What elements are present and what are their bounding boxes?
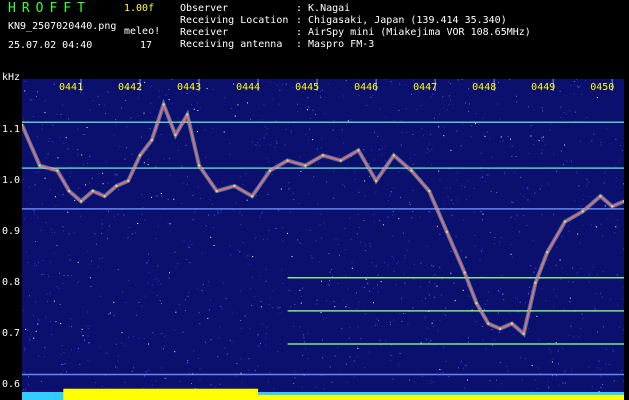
meta-receiver: Receiver : AirSpy mini (Miakejima VOR 108… <box>180 27 531 38</box>
capture-datetime: 25.07.02 04:40 <box>8 40 93 51</box>
meta-label: Receiver <box>180 27 229 38</box>
x-tick-0446: 0446 <box>354 82 378 93</box>
y-axis-unit: kHz <box>2 72 21 83</box>
meta-label: Receiving antenna <box>180 39 283 50</box>
mode-label: meleo! <box>124 26 161 37</box>
trace-point <box>286 159 289 162</box>
meta-location: Receiving Location : Chigasaki, Japan (13… <box>180 15 507 26</box>
x-tick-0449: 0449 <box>531 82 555 93</box>
x-tick-0450: 0450 <box>590 82 614 93</box>
meta-observer: Observer : K.Nagai <box>180 3 350 14</box>
meta-value: : Maspro FM-3 <box>296 39 375 50</box>
y-tick-0.6: 0.6 <box>2 378 21 390</box>
x-tick-0442: 0442 <box>118 82 142 93</box>
bottom-yellow-band-1 <box>258 394 624 400</box>
trace-point <box>563 220 567 223</box>
trace-point <box>581 210 584 213</box>
trace-point <box>463 271 466 274</box>
trace-point <box>215 189 218 193</box>
x-tick-0448: 0448 <box>472 82 496 93</box>
trace-point <box>357 149 360 152</box>
x-tick-0443: 0443 <box>177 82 201 93</box>
x-tick-0445: 0445 <box>295 82 319 93</box>
meta-label: Observer <box>180 3 229 14</box>
meta-value: : Chigasaki, Japan (139.414 35.340) <box>296 15 507 26</box>
trace-point <box>174 133 177 137</box>
trace-point <box>610 205 614 208</box>
x-tick-0447: 0447 <box>413 82 437 93</box>
mode-value: 17 <box>140 40 153 51</box>
spectrogram-plot: 0441 0442 0443 0444 0445 0446 0447 0448 0449 0450 <box>22 79 624 400</box>
hrofft-window: HROFFT 1.00f KN9_2507020440.png 25.07.02… <box>0 0 629 400</box>
trace-point <box>428 189 431 193</box>
trace-point <box>197 164 201 167</box>
meta-value: : K.Nagai <box>296 3 351 14</box>
y-tick-1.1: 1.1 <box>2 123 21 135</box>
trace-point <box>410 169 413 172</box>
trace-point <box>250 194 254 198</box>
trace-point <box>339 159 342 162</box>
trace-point <box>534 281 537 285</box>
trace-point <box>321 154 325 157</box>
trace-point <box>68 189 71 193</box>
trace-point <box>510 322 514 325</box>
spectrogram-svg: 0441 0442 0443 0444 0445 0446 0447 0448 0449 0450 <box>22 79 624 400</box>
bottom-yellow-band-0 <box>63 388 259 400</box>
trace-point <box>38 164 41 167</box>
meta-value: : AirSpy mini (Miakejima VOR 108.65MHz) <box>296 27 531 38</box>
y-tick-0.8: 0.8 <box>2 276 21 288</box>
trace-point <box>115 184 118 188</box>
trace-point <box>599 194 602 198</box>
doppler-trace-glow <box>22 98 624 338</box>
meta-antenna: Receiving antenna : Maspro FM-3 <box>180 39 374 50</box>
trace-point <box>546 251 549 254</box>
file-name: KN9_2507020440.png <box>8 21 117 32</box>
app-version: 1.00f <box>124 3 155 14</box>
trace-point <box>374 179 378 183</box>
x-tick-0444: 0444 <box>236 82 260 93</box>
trace-point <box>498 327 502 330</box>
trace-point <box>138 154 142 157</box>
trace-point <box>475 301 478 305</box>
noise-speckle <box>22 79 624 400</box>
trace-point <box>56 169 59 172</box>
trace-point <box>79 200 83 203</box>
trace-point <box>268 169 272 172</box>
trace-point <box>445 230 449 234</box>
y-tick-0.9: 0.9 <box>2 225 21 237</box>
trace-point <box>392 154 396 157</box>
trace-point <box>127 179 130 183</box>
x-tick-0441: 0441 <box>59 82 83 93</box>
trace-point <box>304 164 307 167</box>
trace-point <box>150 138 154 142</box>
trace-point <box>522 332 525 335</box>
trace-point <box>233 184 236 188</box>
trace-point <box>162 103 165 106</box>
app-logo: HROFFT <box>8 1 91 16</box>
meta-label: Receiving Location <box>180 15 289 26</box>
trace-point <box>186 113 189 116</box>
trace-point <box>103 194 106 198</box>
trace-point <box>487 322 490 325</box>
y-tick-1.0: 1.0 <box>2 174 21 186</box>
trace-point <box>91 189 95 193</box>
y-tick-0.7: 0.7 <box>2 327 21 339</box>
